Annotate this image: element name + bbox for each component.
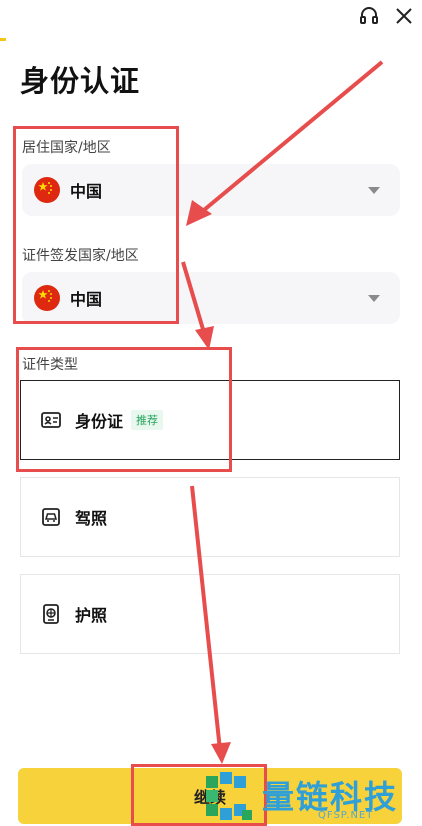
watermark-logo — [206, 772, 252, 820]
annotation-arrows — [181, 60, 384, 764]
watermark-site: QFSP.NET — [318, 810, 374, 821]
